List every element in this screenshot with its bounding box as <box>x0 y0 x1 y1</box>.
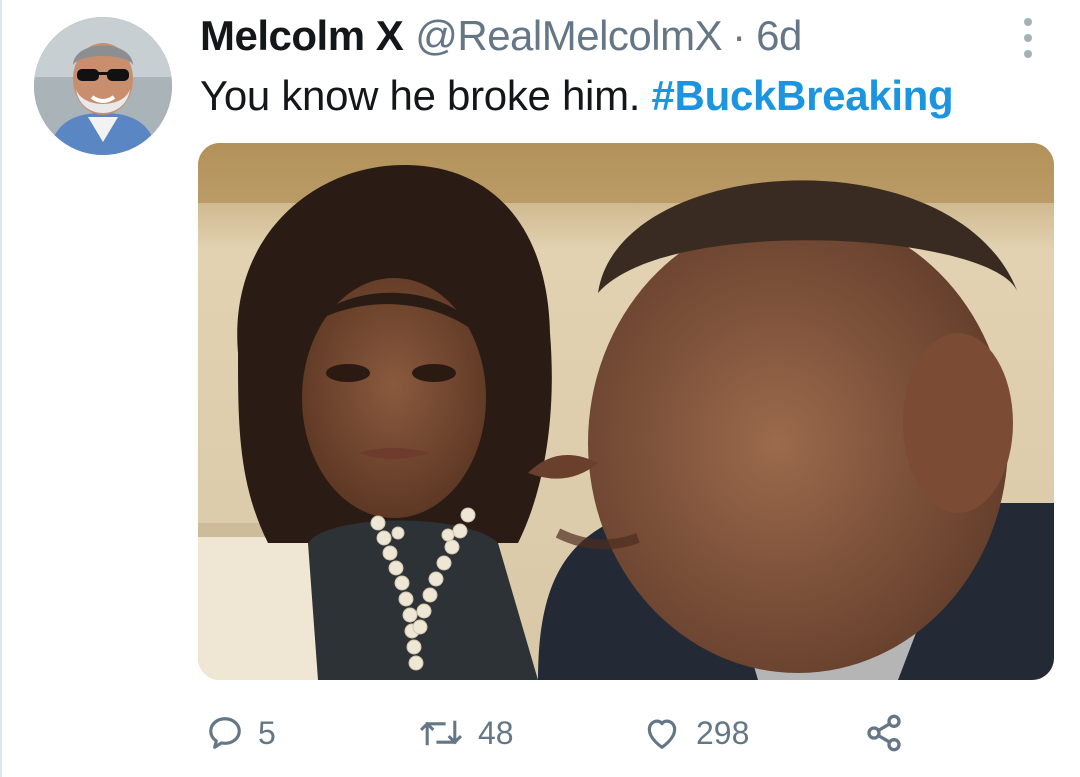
tweet-photo[interactable] <box>198 143 1054 680</box>
like-button[interactable]: 298 <box>642 706 749 760</box>
separator-dot: · <box>732 12 747 59</box>
more-dot <box>1024 34 1032 42</box>
more-options-icon[interactable] <box>1016 18 1040 58</box>
retweet-arrows-icon <box>419 720 463 746</box>
reply-button[interactable]: 5 <box>206 706 276 760</box>
speech-bubble-icon <box>209 717 241 749</box>
hashtag-link[interactable]: #BuckBreaking <box>652 72 954 119</box>
share-button[interactable] <box>864 706 904 760</box>
share-nodes-icon <box>867 714 901 752</box>
like-count: 298 <box>696 714 750 751</box>
more-dot <box>1024 18 1032 26</box>
tweet-actions: 5 48 298 <box>198 706 1054 760</box>
more-dot <box>1024 50 1032 58</box>
reply-count: 5 <box>258 714 276 751</box>
display-name[interactable]: Melcolm X <box>200 12 404 60</box>
photo-image <box>198 143 1054 680</box>
tweet-text: You know he broke him. #BuckBreaking <box>200 72 954 120</box>
retweet-button[interactable]: 48 <box>418 706 514 760</box>
heart-icon <box>647 719 677 749</box>
tweet-body: You know he broke him. <box>200 72 652 119</box>
avatar[interactable] <box>34 17 172 155</box>
tweet-card[interactable]: Melcolm X @RealMelcolmX · 6d You know he… <box>0 0 1080 777</box>
retweet-count: 48 <box>478 714 514 751</box>
timestamp[interactable]: 6d <box>756 12 802 60</box>
tweet-header: Melcolm X @RealMelcolmX · 6d <box>200 12 802 68</box>
avatar-image <box>34 17 172 155</box>
user-handle[interactable]: @RealMelcolmX <box>415 12 722 60</box>
